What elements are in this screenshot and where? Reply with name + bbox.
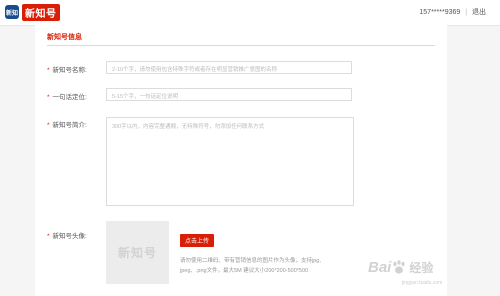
required-mark: * [47, 233, 50, 240]
intro-placeholder: 300字以内，内容完整通顺，无特殊符号，勿添加任何联系方式 [112, 124, 265, 130]
category-label-text: 一句话定位: [52, 94, 87, 101]
name-label: * 新知号名称: [47, 64, 87, 74]
avatar-placeholder-text: 新知号 [117, 246, 157, 260]
title-divider [47, 45, 435, 46]
user-phone: 157*****9369 [419, 9, 461, 16]
paw-icon [393, 260, 405, 274]
required-mark: * [47, 122, 50, 129]
watermark-text-left: Bai [368, 259, 392, 276]
intro-label-text: 新知号简介: [52, 122, 87, 129]
main-panel: 新知号信息 * 新知号名称: 2-10个字，请勿使用包含特殊字符或者存在明显营销推… [35, 25, 447, 296]
watermark-subtext: jingyan.baidu.com [402, 280, 443, 286]
site-logo[interactable]: 新知 新知号 [5, 3, 60, 21]
intro-textarea[interactable]: 300字以内，内容完整通顺，无特殊符号，勿添加任何联系方式 [106, 117, 354, 206]
avatar-label-text: 新知号头像: [52, 233, 87, 240]
category-input[interactable]: 5-15个字，一句话定位说明 [106, 88, 352, 101]
upload-hint-line1: 请勿使用二维码、带有营销信息的图片作为头像，支持jpg, [180, 258, 321, 264]
required-mark: * [47, 94, 50, 101]
section-title: 新知号信息 [47, 34, 82, 41]
logo-badge: 新知 [5, 5, 19, 19]
upload-hint-line2: jpeg、.png文件，最大5M 建议大小200*200-500*500 [180, 268, 309, 274]
category-label: * 一句话定位: [47, 91, 87, 101]
category-placeholder: 5-15个字，一句话定位说明 [112, 94, 179, 100]
top-bar: 新知 新知号 157*****9369 | 退出 [0, 0, 500, 26]
separator: | [465, 9, 468, 16]
avatar-preview: 新知号 [106, 221, 169, 284]
baidu-watermark: Bai 经验 [368, 259, 433, 276]
name-label-text: 新知号名称: [52, 67, 87, 74]
required-mark: * [47, 67, 50, 74]
logo-text: 新知号 [22, 3, 60, 21]
logout-link[interactable]: 退出 [472, 9, 486, 16]
avatar-label: * 新知号头像: [47, 230, 87, 240]
name-input[interactable]: 2-10个字，请勿使用包含特殊字符或者存在明显营销推广意图的名称 [106, 61, 352, 74]
logo-badge-text: 新知 [5, 10, 18, 17]
user-area: 157*****9369 | 退出 [419, 7, 486, 17]
watermark-text-right: 经验 [409, 261, 434, 275]
upload-button[interactable]: 点击上传 [180, 234, 214, 247]
name-placeholder: 2-10个字，请勿使用包含特殊字符或者存在明显营销推广意图的名称 [112, 67, 278, 73]
intro-label: * 新知号简介: [47, 119, 87, 129]
